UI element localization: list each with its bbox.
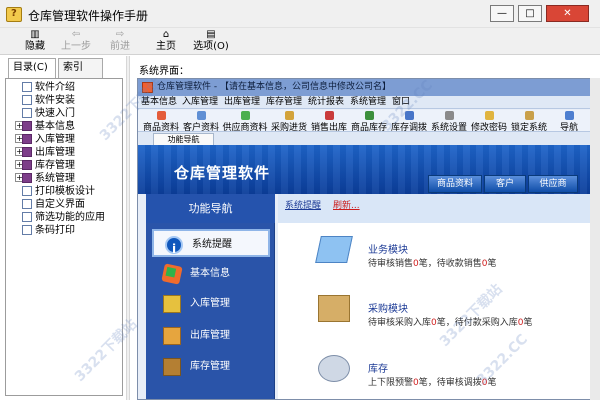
purchase-icon: [284, 111, 294, 120]
inner-toolbar: 商品资料 客户资料 供应商资料 采购进货 销售出库 商品库存 库存调拨 系统设置…: [138, 110, 594, 133]
settings-icon: [444, 111, 454, 120]
nav-item: 库存管理: [152, 353, 270, 381]
help-toolbar: ▥ 隐藏 ⇦ 上一步 ⇨ 前进 ⌂ 主页 ▤ 选项(O): [0, 28, 600, 55]
refresh-link: 刷新...: [333, 201, 360, 211]
supplier-icon: [240, 111, 250, 120]
banner-tab: 供应商: [528, 175, 578, 193]
help-page-icon: [22, 108, 32, 118]
tree-item[interactable]: + 系统管理: [6, 172, 122, 185]
inventory-icon: [163, 358, 181, 376]
tree-item[interactable]: 快速入门: [6, 107, 122, 120]
book-icon: [22, 121, 32, 131]
embedded-screenshot: 仓库管理软件 - 【请在基本信息，公司信息中修改公司名】 基本信息 入库管理 出…: [137, 78, 595, 400]
info-icon: [165, 235, 183, 263]
help-page-icon: [22, 199, 32, 209]
help-page-icon: [22, 95, 32, 105]
options-button[interactable]: ▤ 选项(O): [186, 28, 236, 55]
menu-item: 系统管理: [350, 97, 387, 107]
inner-nav: 功能导航 系统提醒 基本信息 入库管理 出库管理 库存管理: [146, 194, 275, 399]
book-icon: [22, 160, 32, 170]
help-page-icon: [22, 82, 32, 92]
inner-tab: 功能导航: [153, 133, 214, 145]
lock-icon: [524, 111, 534, 120]
tree-item[interactable]: 条码打印: [6, 224, 122, 237]
inner-panel: 系统提醒 刷新... 业务模块 待审核销售0笔，待收款销售0笔 采购模块 待审核…: [278, 194, 594, 399]
nav-item: 系统提醒: [152, 229, 270, 263]
minimize-button[interactable]: —: [490, 5, 514, 22]
menu-item: 入库管理: [182, 97, 219, 107]
help-content-pane: 系统界面： 仓库管理软件 - 【请在基本信息，公司信息中修改公司名】 基本信息 …: [131, 56, 600, 400]
menu-item: 出库管理: [224, 97, 261, 107]
outbound-icon: [163, 327, 181, 345]
toolbar-item: 采购进货: [270, 110, 308, 133]
cube-icon: [161, 263, 183, 285]
document-icon: [315, 236, 353, 263]
sales-icon: [324, 111, 334, 120]
help-book-icon: [6, 7, 22, 22]
module-card: 库存 上下限预警0笔，待审核调拨0笔: [318, 355, 588, 399]
inner-title-bar: 仓库管理软件 - 【请在基本信息，公司信息中修改公司名】: [138, 79, 594, 96]
maximize-button[interactable]: □: [518, 5, 542, 22]
window-title-bar: 仓库管理软件操作手册 — □ ✕: [0, 0, 600, 28]
book-icon: [22, 173, 32, 183]
key-icon: [484, 111, 494, 120]
customer-icon: [196, 111, 206, 120]
tree-item[interactable]: 软件安装: [6, 94, 122, 107]
package-icon: [318, 295, 350, 322]
tab-contents[interactable]: 目录(C): [8, 58, 56, 78]
menu-item: 统计报表: [308, 97, 345, 107]
help-page-icon: [22, 225, 32, 235]
home-button[interactable]: ⌂ 主页: [141, 28, 191, 55]
module-card: 业务模块 待审核销售0笔，待收款销售0笔: [315, 236, 588, 284]
forward-button[interactable]: ⇨ 前进: [95, 28, 145, 55]
book-icon: [22, 147, 32, 157]
forward-arrow-icon: ⇨: [115, 29, 125, 40]
tree-item[interactable]: 打印模板设计: [6, 185, 122, 198]
inner-menu-bar: 基本信息 入库管理 出库管理 库存管理 统计报表 系统管理 窗口: [138, 96, 594, 109]
options-icon: ▤: [206, 29, 216, 40]
book-icon: [22, 134, 32, 144]
close-button[interactable]: ✕: [546, 5, 589, 22]
tree-item[interactable]: + 库存管理: [6, 159, 122, 172]
nav-item: 入库管理: [152, 290, 270, 318]
toolbar-item: 修改密码: [470, 110, 508, 133]
inner-banner: 仓库管理软件 商品资料 客户 供应商: [138, 145, 594, 194]
tree-item[interactable]: + 出库管理: [6, 146, 122, 159]
tree-item[interactable]: 筛选功能的应用: [6, 211, 122, 224]
toolbar-item: 导航: [550, 110, 588, 133]
banner-title: 仓库管理软件: [174, 164, 271, 182]
nav-header: 功能导航: [146, 194, 275, 223]
section-label: 系统界面：: [139, 66, 189, 77]
toolbar-item: 系统设置: [430, 110, 468, 133]
help-page-icon: [22, 186, 32, 196]
back-button[interactable]: ⇦ 上一步: [51, 28, 101, 55]
window-title: 仓库管理软件操作手册: [28, 9, 149, 23]
tree-item[interactable]: 软件介绍: [6, 81, 122, 94]
nav-item: 基本信息: [152, 260, 270, 288]
stock-icon: [364, 111, 374, 120]
nav-tabs: 目录(C) 索引(N): [0, 56, 125, 91]
nav-item: 出库管理: [152, 322, 270, 350]
navigation-icon: [564, 111, 574, 120]
database-icon: [318, 355, 350, 382]
vertical-scrollbar[interactable]: [590, 78, 600, 400]
inner-tab-bar: 功能导航: [138, 132, 594, 145]
product-icon: [156, 111, 166, 120]
tree-item[interactable]: 自定义界面: [6, 198, 122, 211]
inbound-icon: [163, 295, 181, 313]
toolbar-item: 客户资料: [182, 110, 220, 133]
toolbar-item: 商品资料: [142, 110, 180, 133]
help-page-icon: [22, 212, 32, 222]
panel-tabs: 系统提醒 刷新...: [278, 194, 594, 223]
toolbar-item: 供应商资料: [222, 110, 268, 133]
panel-tab: 系统提醒: [285, 201, 322, 211]
toolbar-item: 锁定系统: [510, 110, 548, 133]
banner-tab: 商品资料: [428, 175, 482, 193]
back-arrow-icon: ⇦: [71, 29, 81, 40]
tab-index[interactable]: 索引(N): [58, 58, 103, 91]
home-icon: ⌂: [162, 29, 170, 40]
menu-item: 库存管理: [266, 97, 303, 107]
banner-tab: 客户: [484, 175, 526, 193]
toolbar-item: 销售出库: [310, 110, 348, 133]
